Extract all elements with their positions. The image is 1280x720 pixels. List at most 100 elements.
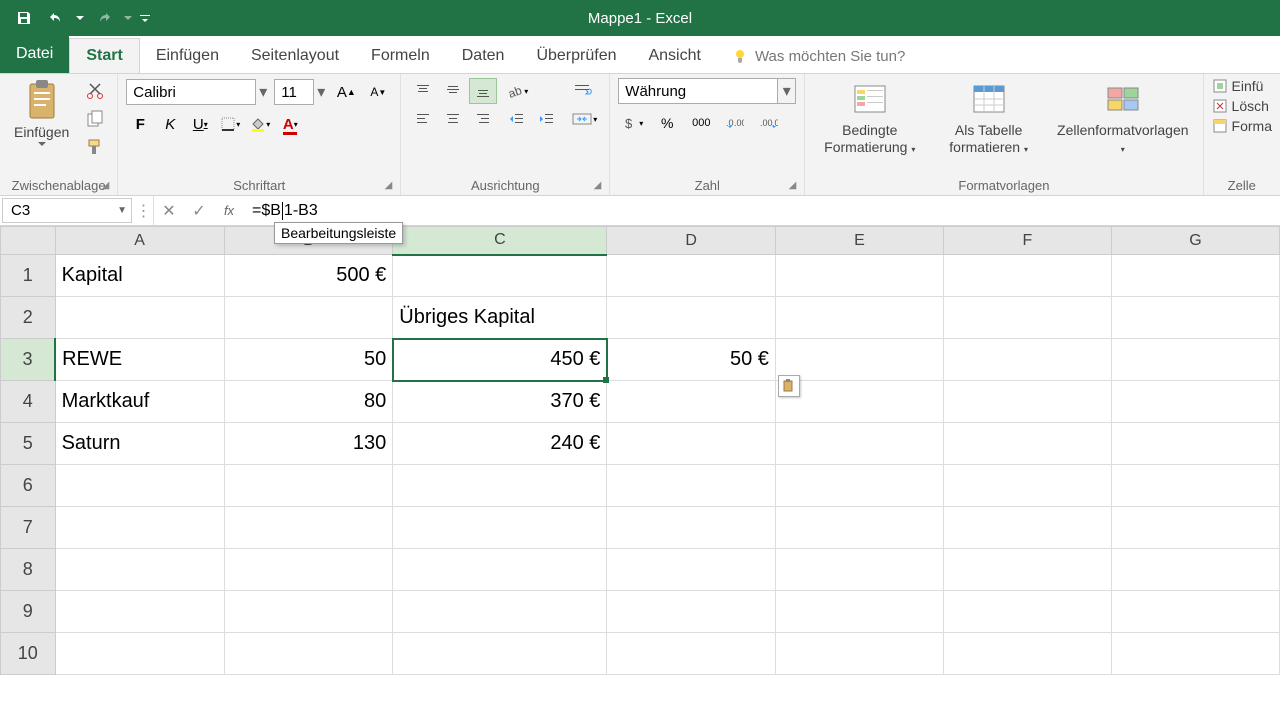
cell-styles-button[interactable]: Zellenformatvorlagen ▾ [1051, 78, 1195, 158]
borders-button[interactable]: ▾ [216, 110, 244, 138]
percent-button[interactable]: % [652, 110, 682, 136]
decrease-indent-button[interactable] [503, 106, 531, 132]
paste-button[interactable]: Einfügen [8, 78, 75, 150]
align-bottom-button[interactable] [469, 78, 497, 104]
cell-F4[interactable] [943, 381, 1111, 423]
dialog-launcher-icon[interactable]: ◢ [102, 180, 110, 191]
save-button[interactable] [10, 4, 38, 32]
qat-customize[interactable] [138, 4, 152, 32]
cell-F5[interactable] [943, 423, 1111, 465]
row-header-6[interactable]: 6 [1, 465, 56, 507]
cell-A5[interactable]: Saturn [55, 423, 224, 465]
conditional-formatting-button[interactable]: Bedingte Formatierung ▾ [813, 78, 926, 158]
select-all-corner[interactable] [1, 227, 56, 255]
cell-A4[interactable]: Marktkauf [55, 381, 224, 423]
column-header-A[interactable]: A [55, 227, 224, 255]
format-painter-button[interactable] [81, 134, 109, 160]
increase-decimal-button[interactable]: .0.00 [720, 110, 750, 136]
cell-D4[interactable] [607, 381, 775, 423]
paste-options-button[interactable] [778, 375, 800, 397]
row-header-4[interactable]: 4 [1, 381, 56, 423]
insert-cells-button[interactable]: Einfü [1212, 78, 1272, 94]
cell-G1[interactable] [1111, 255, 1279, 297]
cell-A3[interactable]: REWE [55, 339, 224, 381]
name-box[interactable]: C3 ▼ [2, 198, 132, 223]
row-header-9[interactable]: 9 [1, 591, 56, 633]
cell-G5[interactable] [1111, 423, 1279, 465]
cell-D3[interactable]: 50 € [607, 339, 775, 381]
cell-B1[interactable]: 500 € [224, 255, 393, 297]
align-middle-button[interactable] [439, 78, 467, 104]
cell-C4[interactable]: 370 € [393, 381, 607, 423]
tab-insert[interactable]: Einfügen [140, 39, 235, 73]
align-left-button[interactable] [409, 106, 437, 132]
row-header-8[interactable]: 8 [1, 549, 56, 591]
underline-button[interactable]: U▾ [186, 110, 214, 138]
format-cells-button[interactable]: Forma [1212, 118, 1272, 134]
column-header-E[interactable]: E [775, 227, 943, 255]
cell-D1[interactable] [607, 255, 775, 297]
copy-button[interactable] [81, 106, 109, 132]
tab-formulas[interactable]: Formeln [355, 39, 446, 73]
tab-page-layout[interactable]: Seitenlayout [235, 39, 355, 73]
row-header-3[interactable]: 3 [1, 339, 56, 381]
align-top-button[interactable] [409, 78, 437, 104]
tab-home[interactable]: Start [69, 38, 139, 73]
cell-E1[interactable] [775, 255, 943, 297]
column-header-D[interactable]: D [607, 227, 775, 255]
cell-G3[interactable] [1111, 339, 1279, 381]
cell-E2[interactable] [775, 297, 943, 339]
cell-C5[interactable]: 240 € [393, 423, 607, 465]
cell-B2[interactable] [224, 297, 393, 339]
font-name-select[interactable] [126, 79, 256, 105]
tell-me-search[interactable]: Was möchten Sie tun? [717, 40, 921, 73]
cell-C3[interactable]: 450 € [393, 339, 607, 381]
cell-F3[interactable] [943, 339, 1111, 381]
accounting-format-button[interactable]: $▾ [618, 110, 648, 136]
cell-F1[interactable] [943, 255, 1111, 297]
cell-A1[interactable]: Kapital [55, 255, 224, 297]
cell-E5[interactable] [775, 423, 943, 465]
number-format-select[interactable] [618, 78, 778, 104]
cell-D2[interactable] [607, 297, 775, 339]
column-header-C[interactable]: C [393, 227, 607, 255]
cell-A2[interactable] [55, 297, 224, 339]
cell-B3[interactable]: 50 [224, 339, 393, 381]
cancel-formula-button[interactable]: ✕ [154, 196, 184, 225]
cell-B4[interactable]: 80 [224, 381, 393, 423]
chevron-down-icon[interactable]: ▼ [117, 205, 127, 216]
insert-function-button[interactable]: fx [214, 196, 244, 225]
cell-F2[interactable] [943, 297, 1111, 339]
cell-G4[interactable] [1111, 381, 1279, 423]
redo-button[interactable] [90, 4, 118, 32]
dialog-launcher-icon[interactable]: ◢ [385, 180, 393, 191]
column-header-G[interactable]: G [1111, 227, 1279, 255]
align-center-button[interactable] [439, 106, 467, 132]
fill-handle[interactable] [603, 377, 609, 383]
cell-D5[interactable] [607, 423, 775, 465]
cell-B5[interactable]: 130 [224, 423, 393, 465]
column-header-F[interactable]: F [943, 227, 1111, 255]
tab-view[interactable]: Ansicht [632, 39, 716, 73]
format-as-table-button[interactable]: Als Tabelle formatieren ▾ [932, 78, 1045, 158]
chevron-down-icon[interactable]: ▾ [778, 78, 796, 104]
increase-indent-button[interactable] [533, 106, 561, 132]
tab-file[interactable]: Datei [0, 35, 69, 73]
row-header-1[interactable]: 1 [1, 255, 56, 297]
decrease-decimal-button[interactable]: .00.0 [754, 110, 784, 136]
decrease-font-button[interactable]: A▼ [364, 78, 392, 106]
undo-button[interactable] [42, 4, 70, 32]
tab-review[interactable]: Überprüfen [520, 39, 632, 73]
cut-button[interactable] [81, 78, 109, 104]
fill-color-button[interactable]: ▾ [246, 110, 274, 138]
row-header-2[interactable]: 2 [1, 297, 56, 339]
cell-C2[interactable]: Übriges Kapital [393, 297, 607, 339]
dialog-launcher-icon[interactable]: ◢ [594, 180, 602, 191]
chevron-down-icon[interactable]: ▾ [256, 79, 270, 105]
comma-style-button[interactable]: 000 [686, 110, 716, 136]
orientation-button[interactable]: ab▾ [503, 78, 531, 104]
cell-G2[interactable] [1111, 297, 1279, 339]
wrap-text-button[interactable] [567, 78, 601, 104]
undo-dropdown[interactable] [74, 4, 86, 32]
worksheet-grid[interactable]: A B C D E F G 1 Kapital 500 € 2 Übriges … [0, 226, 1280, 675]
